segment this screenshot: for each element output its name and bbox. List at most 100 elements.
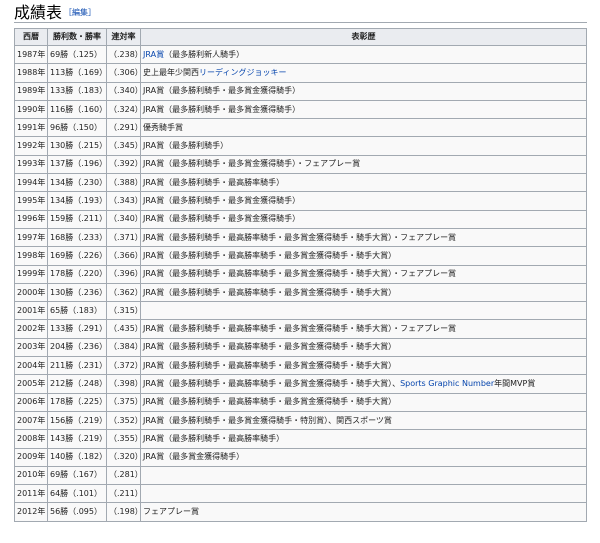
- award-text: JRA賞（最多勝利騎手・最高勝率騎手・最多賞金獲得騎手・騎手大賞）・フェアプレー…: [143, 232, 457, 242]
- award-text: 年間MVP賞: [494, 378, 536, 388]
- award-text: JRA賞（最多勝利騎手・最高勝率騎手・最多賞金獲得騎手・騎手大賞）: [143, 360, 397, 370]
- award-text: JRA賞（最多勝利騎手・最多賞金獲得騎手）: [143, 86, 301, 96]
- place-rate-cell: （.306）: [106, 63, 141, 83]
- year-cell: 2000年: [14, 282, 48, 303]
- wins-cell: 168勝（.233）: [47, 227, 107, 248]
- place-rate-cell: （.281）: [106, 465, 141, 486]
- awards-cell: フェアプレー賞: [140, 502, 587, 522]
- place-rate-cell: （.366）: [106, 246, 141, 266]
- awards-cell: JRA賞（最多賞金獲得騎手）: [140, 447, 587, 467]
- year-cell: 1987年: [14, 44, 48, 65]
- wins-cell: 212勝（.248）: [47, 374, 107, 394]
- wins-cell: 159勝（.211）: [47, 209, 107, 229]
- wins-cell: 169勝（.226）: [47, 246, 107, 266]
- awards-cell: 史上最年少関西リーディングジョッキー: [140, 63, 587, 83]
- table-row: 1999年 178勝（.220） （.396） JRA賞（最多勝利騎手・最高勝率騎手・…: [14, 264, 587, 284]
- award-text: フェアプレー賞: [143, 507, 199, 517]
- place-rate-cell: （.371）: [106, 227, 141, 248]
- year-cell: 2005年: [14, 374, 48, 394]
- year-cell: 2004年: [14, 356, 48, 376]
- table-row: 2001年 65勝（.183） （.315）: [14, 301, 587, 321]
- year-cell: 2012年: [14, 502, 48, 522]
- year-cell: 2003年: [14, 337, 48, 358]
- place-rate-cell: （.435）: [106, 319, 141, 339]
- place-rate-cell: （.211）: [106, 484, 141, 504]
- award-link[interactable]: リーディングジョッキー: [199, 68, 286, 77]
- award-text: JRA賞（最多勝利騎手・最多賞金獲得騎手）: [143, 214, 301, 224]
- place-rate-cell: （.340）: [106, 209, 141, 229]
- place-rate-cell: （.320）: [106, 447, 141, 467]
- wins-cell: 56勝（.095）: [47, 502, 107, 522]
- place-rate-cell: （.345）: [106, 136, 141, 156]
- place-rate-cell: （.291）: [106, 118, 141, 138]
- wins-cell: 133勝（.183）: [47, 81, 107, 101]
- wins-cell: 130勝（.236）: [47, 282, 107, 303]
- table-row: 2012年 56勝（.095） （.198） フェアプレー賞: [14, 502, 587, 522]
- award-text: JRA賞（最多勝利騎手・最高勝率騎手・最多賞金獲得騎手・騎手大賞）・フェアプレー…: [143, 269, 457, 279]
- table-row: 1996年 159勝（.211） （.340） JRA賞（最多勝利騎手・最多賞金獲得騎…: [14, 209, 587, 229]
- awards-cell: JRA賞（最多勝利騎手・最高勝率騎手・最多賞金獲得騎手・騎手大賞）・フェアプレー…: [140, 227, 587, 248]
- page-title: 成績表: [14, 3, 63, 22]
- awards-cell: JRA賞（最多勝利騎手・最高勝率騎手・最多賞金獲得騎手・騎手大賞）: [140, 392, 587, 412]
- awards-cell: JRA賞（最多勝利騎手・最高勝率騎手・最多賞金獲得騎手・騎手大賞）・フェアプレー…: [140, 264, 587, 284]
- table-row: 2004年 211勝（.231） （.372） JRA賞（最多勝利騎手・最高勝率騎手・…: [14, 356, 587, 376]
- edit-link[interactable]: 編集: [72, 8, 88, 17]
- column-header-rate: 連対率: [106, 28, 141, 46]
- place-rate-cell: （.392）: [106, 154, 141, 175]
- awards-cell: JRA賞（最多勝利騎手・最多賞金獲得騎手）: [140, 99, 587, 120]
- table-row: 1997年 168勝（.233） （.371） JRA賞（最多勝利騎手・最高勝率騎手・…: [14, 227, 587, 248]
- wins-cell: 113勝（.169）: [47, 63, 107, 83]
- table-row: 1993年 137勝（.196） （.392） JRA賞（最多勝利騎手・最多賞金獲得騎…: [14, 154, 587, 175]
- awards-cell: JRA賞（最多勝利騎手・最高勝率騎手・最多賞金獲得騎手・騎手大賞）: [140, 246, 587, 266]
- award-link[interactable]: Sports Graphic Number: [400, 379, 494, 388]
- table-row: 1991年 96勝（.150） （.291） 優秀騎手賞: [14, 118, 587, 138]
- table-row: 1995年 134勝（.193） （.343） JRA賞（最多勝利騎手・最多賞金獲得騎…: [14, 191, 587, 211]
- wins-cell: 130勝（.215）: [47, 136, 107, 156]
- award-text: （最多勝利新人騎手）: [164, 49, 245, 59]
- table-row: 2002年 133勝（.291） （.435） JRA賞（最多勝利騎手・最高勝率騎手・…: [14, 319, 587, 339]
- award-link[interactable]: JRA賞: [143, 50, 164, 59]
- awards-cell: JRA賞（最多勝利騎手・最高勝率騎手・最多賞金獲得騎手・騎手大賞）: [140, 282, 587, 303]
- place-rate-cell: （.398）: [106, 374, 141, 394]
- place-rate-cell: （.384）: [106, 337, 141, 358]
- year-cell: 1998年: [14, 246, 48, 266]
- edit-bracket-open: ［: [64, 8, 72, 17]
- column-header-year: 西暦: [14, 28, 48, 46]
- wins-cell: 133勝（.291）: [47, 319, 107, 339]
- award-text: JRA賞（最多勝利騎手・最高勝率騎手）: [143, 433, 285, 443]
- table-row: 2007年 156勝（.219） （.352） JRA賞（最多勝利騎手・最多賞金獲得騎…: [14, 410, 587, 431]
- year-cell: 2008年: [14, 429, 48, 449]
- year-cell: 1991年: [14, 118, 48, 138]
- award-text: JRA賞（最多勝利騎手・最多賞金獲得騎手・特別賞）、関西スポーツ賞: [143, 415, 392, 425]
- award-text: JRA賞（最多賞金獲得騎手）: [143, 452, 245, 462]
- place-rate-cell: （.238）: [106, 44, 141, 65]
- awards-cell: [140, 465, 587, 486]
- award-text: 史上最年少関西: [143, 67, 199, 77]
- place-rate-cell: （.372）: [106, 356, 141, 376]
- wins-cell: 69勝（.167）: [47, 465, 107, 486]
- place-rate-cell: （.340）: [106, 81, 141, 101]
- table-row: 1992年 130勝（.215） （.345） JRA賞（最多勝利騎手）: [14, 136, 587, 156]
- year-cell: 1994年: [14, 173, 48, 193]
- year-cell: 2007年: [14, 410, 48, 431]
- award-text: JRA賞（最多勝利騎手・最多賞金獲得騎手）: [143, 104, 301, 114]
- award-text: JRA賞（最多勝利騎手・最高勝率騎手）: [143, 177, 285, 187]
- year-cell: 2001年: [14, 301, 48, 321]
- table-row: 1989年 133勝（.183） （.340） JRA賞（最多勝利騎手・最多賞金獲得騎…: [14, 81, 587, 101]
- heading-divider: [14, 22, 587, 23]
- awards-cell: JRA賞（最多勝利新人騎手）: [140, 44, 587, 65]
- table-row: 2008年 143勝（.219） （.355） JRA賞（最多勝利騎手・最高勝率騎手）: [14, 429, 587, 449]
- awards-cell: [140, 301, 587, 321]
- table-row: 1998年 169勝（.226） （.366） JRA賞（最多勝利騎手・最高勝率騎手・…: [14, 246, 587, 266]
- table-row: 2006年 178勝（.225） （.375） JRA賞（最多勝利騎手・最高勝率騎手・…: [14, 392, 587, 412]
- place-rate-cell: （.315）: [106, 301, 141, 321]
- table-row: 1994年 134勝（.230） （.388） JRA賞（最多勝利騎手・最高勝率騎手）: [14, 173, 587, 193]
- table-row: 2009年 140勝（.182） （.320） JRA賞（最多賞金獲得騎手）: [14, 447, 587, 467]
- award-text: JRA賞（最多勝利騎手・最高勝率騎手・最多賞金獲得騎手・騎手大賞）: [143, 250, 397, 260]
- wins-cell: 143勝（.219）: [47, 429, 107, 449]
- wins-cell: 134勝（.193）: [47, 191, 107, 211]
- table-row: 2005年 212勝（.248） （.398） JRA賞（最多勝利騎手・最高勝率騎手・…: [14, 374, 587, 394]
- year-cell: 1992年: [14, 136, 48, 156]
- place-rate-cell: （.355）: [106, 429, 141, 449]
- award-text: JRA賞（最多勝利騎手・最高勝率騎手・最多賞金獲得騎手・騎手大賞）: [143, 287, 397, 297]
